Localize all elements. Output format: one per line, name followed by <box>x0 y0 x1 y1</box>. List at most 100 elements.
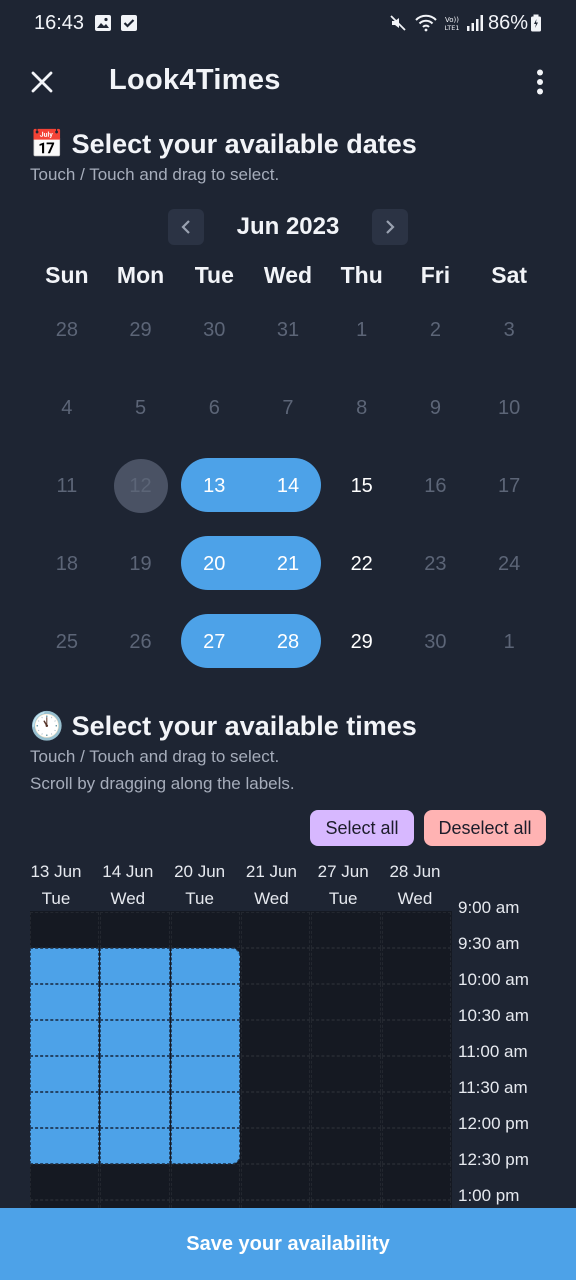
time-slot-selected[interactable] <box>30 984 100 1020</box>
time-slot[interactable] <box>311 912 381 948</box>
next-month-button[interactable] <box>372 209 408 245</box>
time-slot[interactable] <box>241 912 311 948</box>
time-slot[interactable] <box>100 1200 170 1208</box>
calendar-day[interactable]: 3 <box>472 302 546 358</box>
calendar-day[interactable]: 13 <box>177 458 251 514</box>
time-slot-selected[interactable] <box>100 1092 170 1128</box>
time-slot-selected[interactable] <box>100 1128 170 1164</box>
calendar-day[interactable]: 21 <box>251 536 325 592</box>
time-slot[interactable] <box>381 912 451 948</box>
time-slot-selected[interactable] <box>30 1020 100 1056</box>
calendar-day[interactable]: 1 <box>472 614 546 670</box>
time-slot-selected[interactable] <box>30 1056 100 1092</box>
time-slot[interactable] <box>311 984 381 1020</box>
save-availability-button[interactable]: Save your availability <box>0 1208 576 1280</box>
time-slot[interactable] <box>311 1128 381 1164</box>
calendar-day[interactable]: 29 <box>104 302 178 358</box>
time-slot-selected[interactable] <box>100 948 170 984</box>
time-slot[interactable] <box>170 912 240 948</box>
calendar-day[interactable]: 25 <box>30 614 104 670</box>
calendar-day[interactable]: 18 <box>30 536 104 592</box>
time-slot[interactable] <box>100 912 170 948</box>
calendar-day[interactable]: 24 <box>472 536 546 592</box>
column-date: 21 Jun <box>245 862 297 881</box>
time-slot[interactable] <box>170 1200 240 1208</box>
time-slot[interactable] <box>381 1128 451 1164</box>
time-slot[interactable] <box>381 1056 451 1092</box>
calendar-day[interactable]: 9 <box>399 380 473 436</box>
calendar-day[interactable]: 28 <box>30 302 104 358</box>
time-slot[interactable] <box>311 1092 381 1128</box>
calendar-day[interactable]: 23 <box>399 536 473 592</box>
time-slot[interactable] <box>381 948 451 984</box>
calendar-day[interactable]: 17 <box>472 458 546 514</box>
calendar-day[interactable]: 1 <box>325 302 399 358</box>
time-slot-selected[interactable] <box>170 984 240 1020</box>
time-slot[interactable] <box>311 1200 381 1208</box>
time-slot-selected[interactable] <box>170 1128 240 1164</box>
calendar-day[interactable]: 30 <box>399 614 473 670</box>
more-options-button[interactable] <box>522 62 558 102</box>
time-slot[interactable] <box>381 984 451 1020</box>
calendar-day[interactable]: 12 <box>104 458 178 514</box>
time-slot-selected[interactable] <box>100 1056 170 1092</box>
close-button[interactable] <box>22 62 62 102</box>
select-all-button[interactable]: Select all <box>310 810 414 846</box>
time-slot[interactable] <box>311 1020 381 1056</box>
calendar-day[interactable]: 16 <box>399 458 473 514</box>
calendar-day[interactable]: 30 <box>177 302 251 358</box>
calendar-day[interactable]: 27 <box>177 614 251 670</box>
time-slot[interactable] <box>30 912 100 948</box>
calendar-day[interactable]: 26 <box>104 614 178 670</box>
status-bar: 16:43 Vo)) LTE1 86% <box>0 0 576 48</box>
calendar-day[interactable]: 4 <box>30 380 104 436</box>
time-slot[interactable] <box>241 984 311 1020</box>
time-slot[interactable] <box>241 1164 311 1200</box>
calendar-day[interactable]: 8 <box>325 380 399 436</box>
time-slot-selected[interactable] <box>170 1092 240 1128</box>
time-slot-selected[interactable] <box>30 948 100 984</box>
time-slot[interactable] <box>311 1164 381 1200</box>
time-slot-selected[interactable] <box>30 1128 100 1164</box>
time-slot[interactable] <box>381 1020 451 1056</box>
time-slot-selected[interactable] <box>30 1092 100 1128</box>
time-slot[interactable] <box>241 1092 311 1128</box>
calendar-day[interactable]: 10 <box>472 380 546 436</box>
time-slot[interactable] <box>30 1200 100 1208</box>
time-slot-selected[interactable] <box>170 1056 240 1092</box>
calendar-day[interactable]: 15 <box>325 458 399 514</box>
time-grid[interactable] <box>30 911 452 1208</box>
time-slot[interactable] <box>100 1164 170 1200</box>
calendar-day[interactable]: 28 <box>251 614 325 670</box>
time-slot[interactable] <box>241 948 311 984</box>
app-bar: Look4Times <box>0 50 576 112</box>
calendar-day[interactable]: 5 <box>104 380 178 436</box>
calendar-day[interactable]: 14 <box>251 458 325 514</box>
calendar-day[interactable]: 7 <box>251 380 325 436</box>
time-slot[interactable] <box>241 1056 311 1092</box>
time-slot[interactable] <box>381 1164 451 1200</box>
time-slot[interactable] <box>170 1164 240 1200</box>
calendar-day[interactable]: 6 <box>177 380 251 436</box>
calendar-day[interactable]: 19 <box>104 536 178 592</box>
time-slot[interactable] <box>311 1056 381 1092</box>
calendar-day[interactable]: 22 <box>325 536 399 592</box>
time-slot-selected[interactable] <box>170 948 240 984</box>
weekday-label: Sat <box>491 262 528 288</box>
calendar-day[interactable]: 29 <box>325 614 399 670</box>
calendar-day[interactable]: 31 <box>251 302 325 358</box>
time-slot[interactable] <box>241 1200 311 1208</box>
time-slot[interactable] <box>30 1164 100 1200</box>
time-slot-selected[interactable] <box>170 1020 240 1056</box>
calendar-day[interactable]: 11 <box>30 458 104 514</box>
deselect-all-button[interactable]: Deselect all <box>424 810 546 846</box>
time-slot[interactable] <box>381 1200 451 1208</box>
time-slot[interactable] <box>241 1020 311 1056</box>
calendar-day[interactable]: 20 <box>177 536 251 592</box>
time-slot-selected[interactable] <box>100 984 170 1020</box>
time-slot[interactable] <box>241 1128 311 1164</box>
time-slot-selected[interactable] <box>100 1020 170 1056</box>
time-slot[interactable] <box>311 948 381 984</box>
calendar-day[interactable]: 2 <box>399 302 473 358</box>
time-slot[interactable] <box>381 1092 451 1128</box>
